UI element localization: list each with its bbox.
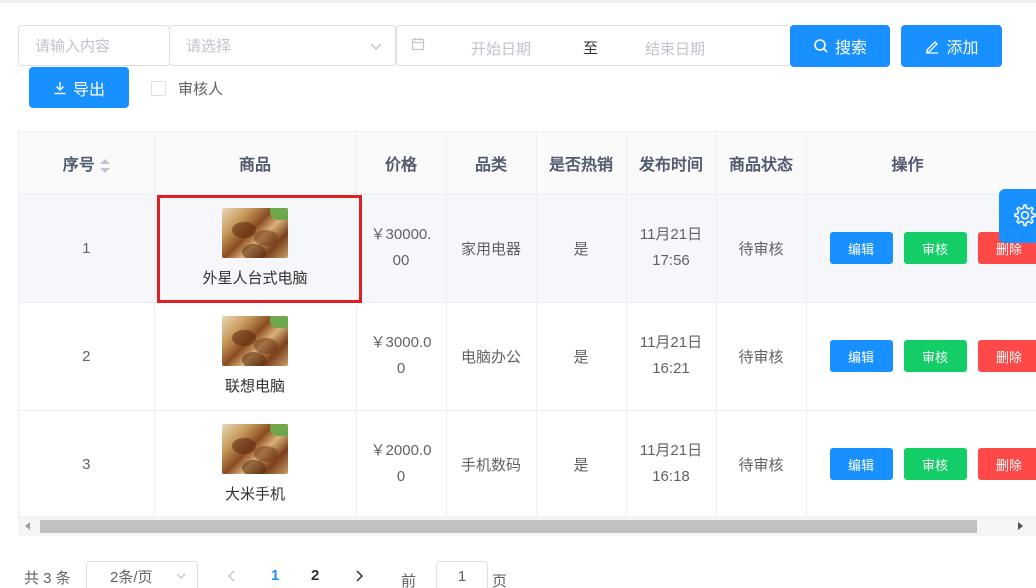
page-number-2[interactable]: 2 bbox=[311, 567, 319, 584]
page-size-value: 2条/页 bbox=[110, 568, 153, 586]
cell-index: 3 bbox=[19, 410, 155, 519]
cell-product: 大米手机 bbox=[154, 410, 357, 519]
prev-page-icon[interactable] bbox=[227, 569, 237, 586]
table-row[interactable]: 3 大米手机 ￥2000.0 0 手机数码 是 11月21日 16:18 待审核 编… bbox=[19, 410, 1036, 519]
settings-button[interactable] bbox=[999, 189, 1036, 243]
audit-button[interactable]: 审核 bbox=[903, 448, 967, 480]
end-date-placeholder[interactable]: 结束日期 bbox=[645, 38, 705, 59]
range-separator: 至 bbox=[583, 40, 599, 57]
delete-button[interactable]: 删除 bbox=[977, 448, 1036, 480]
cell-status: 待审核 bbox=[716, 302, 807, 411]
audit-button[interactable]: 审核 bbox=[903, 340, 967, 372]
cell-product: 联想电脑 bbox=[154, 302, 357, 411]
scroll-right-arrow-icon[interactable] bbox=[1018, 522, 1023, 530]
col-header-price: 价格 bbox=[356, 132, 447, 195]
gear-icon bbox=[1011, 202, 1036, 231]
cell-actions: 编辑 审核 删除 bbox=[806, 410, 1036, 519]
cell-category: 手机数码 bbox=[446, 410, 537, 519]
table-row[interactable]: 2 联想电脑 ￥3000.0 0 电脑办公 是 11月21日 16:21 待审核 编… bbox=[19, 302, 1036, 411]
cell-price: ￥2000.0 0 bbox=[356, 410, 447, 519]
reviewer-checkbox[interactable]: 审核人 bbox=[151, 78, 223, 99]
col-header-product: 商品 bbox=[154, 132, 357, 195]
table-row[interactable]: 1 外星人台式电脑 ￥30000. 00 家用电器 是 11月21日 17:56 待… bbox=[19, 194, 1036, 303]
cell-index: 1 bbox=[19, 194, 155, 303]
cell-actions: 编辑 审核 删除 bbox=[806, 302, 1036, 411]
product-name: 外星人台式电脑 bbox=[202, 270, 308, 287]
col-header-actions: 操作 bbox=[806, 132, 1036, 195]
table-header-row: 序号 商品 价格 品类 是否热销 发布时间 商品状态 操作 bbox=[19, 132, 1036, 195]
col-header-category: 品类 bbox=[446, 132, 537, 195]
edit-button[interactable]: 编辑 bbox=[829, 340, 893, 372]
top-divider bbox=[0, 0, 1036, 3]
col-header-time: 发布时间 bbox=[626, 132, 717, 195]
product-image bbox=[222, 424, 288, 474]
scroll-left-arrow-icon[interactable] bbox=[25, 522, 30, 530]
delete-button[interactable]: 删除 bbox=[977, 340, 1036, 372]
export-label: 导出 bbox=[72, 81, 105, 99]
chevron-down-icon bbox=[369, 39, 383, 57]
cell-product: 外星人台式电脑 bbox=[154, 194, 357, 303]
cell-category: 家用电器 bbox=[446, 194, 537, 303]
export-button[interactable]: 导出 bbox=[29, 67, 129, 108]
cell-hot: 是 bbox=[536, 194, 627, 303]
cell-time: 11月21日 16:21 bbox=[626, 302, 717, 411]
cell-time: 11月21日 16:18 bbox=[626, 410, 717, 519]
download-icon bbox=[53, 81, 67, 95]
keyword-placeholder: 请输入内容 bbox=[35, 38, 111, 55]
keyword-input[interactable]: 请输入内容 bbox=[18, 25, 170, 66]
goto-page-input[interactable]: 1 bbox=[436, 561, 488, 588]
page-unit-label: 页 bbox=[492, 573, 508, 588]
search-label: 搜索 bbox=[834, 40, 867, 57]
total-count: 共 3 条 bbox=[24, 570, 71, 587]
cell-hot: 是 bbox=[536, 410, 627, 519]
reviewer-checkbox-label: 审核人 bbox=[178, 81, 224, 98]
cell-hot: 是 bbox=[536, 302, 627, 411]
goto-label: 前往 bbox=[401, 573, 417, 588]
product-name: 联想电脑 bbox=[224, 378, 285, 395]
cell-price: ￥3000.0 0 bbox=[356, 302, 447, 411]
cell-status: 待审核 bbox=[716, 410, 807, 519]
add-label: 添加 bbox=[946, 40, 979, 57]
product-image bbox=[222, 208, 288, 258]
checkbox-box[interactable] bbox=[151, 81, 166, 96]
chevron-down-icon bbox=[175, 569, 187, 586]
edit-button[interactable]: 编辑 bbox=[829, 232, 893, 264]
start-date-placeholder[interactable]: 开始日期 bbox=[471, 38, 531, 59]
cell-category: 电脑办公 bbox=[446, 302, 537, 411]
cell-status: 待审核 bbox=[716, 194, 807, 303]
search-button[interactable]: 搜索 bbox=[790, 25, 890, 67]
add-button[interactable]: 添加 bbox=[901, 25, 1002, 67]
product-image bbox=[222, 316, 288, 366]
audit-button[interactable]: 审核 bbox=[903, 232, 967, 264]
cell-price: ￥30000. 00 bbox=[356, 194, 447, 303]
sort-icon[interactable] bbox=[99, 158, 110, 173]
product-table: 序号 商品 价格 品类 是否热销 发布时间 商品状态 操作 1 外星人台式电脑 … bbox=[18, 131, 1036, 536]
date-range-picker[interactable]: 开始日期 至 结束日期 bbox=[396, 25, 792, 66]
category-select[interactable]: 请选择 bbox=[169, 25, 396, 66]
scroll-thumb[interactable] bbox=[40, 520, 977, 533]
next-page-icon[interactable] bbox=[354, 569, 364, 586]
horizontal-scrollbar[interactable] bbox=[18, 516, 1036, 536]
page-number-1[interactable]: 1 bbox=[271, 567, 279, 584]
product-name: 大米手机 bbox=[224, 486, 285, 503]
cell-time: 11月21日 17:56 bbox=[626, 194, 717, 303]
search-icon bbox=[813, 38, 829, 54]
select-placeholder: 请选择 bbox=[186, 38, 232, 55]
calendar-icon bbox=[411, 37, 425, 55]
col-header-status: 商品状态 bbox=[716, 132, 807, 195]
col-header-hot: 是否热销 bbox=[536, 132, 627, 195]
page-size-select[interactable]: 2条/页 bbox=[86, 561, 198, 588]
cell-index: 2 bbox=[19, 302, 155, 411]
edit-pencil-icon bbox=[924, 38, 940, 54]
col-header-index[interactable]: 序号 bbox=[19, 132, 155, 195]
edit-button[interactable]: 编辑 bbox=[829, 448, 893, 480]
